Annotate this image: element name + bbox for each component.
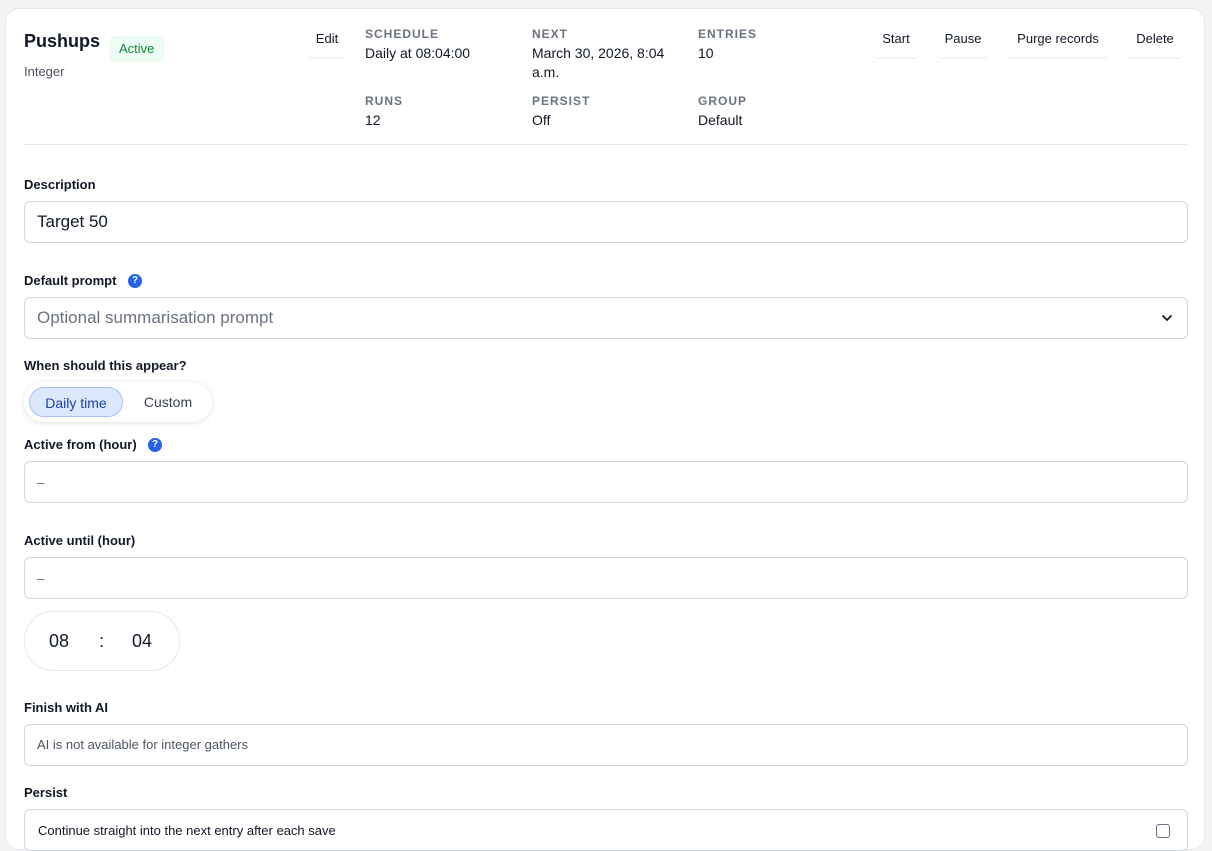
stat-runs-value: 12: [365, 112, 381, 128]
type-subtitle: Integer: [24, 64, 65, 79]
stat-schedule-value: Daily at 08:04:00: [365, 45, 471, 61]
stat-schedule-label: SCHEDULE: [365, 27, 440, 41]
default-prompt-select[interactable]: Optional summarisation prompt: [24, 297, 1188, 339]
active-until-value: –: [37, 570, 45, 586]
minute-input[interactable]: 04: [132, 612, 152, 670]
active-from-label: Active from (hour): [24, 437, 137, 452]
appear-segmented-control: Daily time Custom: [24, 382, 212, 422]
active-until-input[interactable]: –: [24, 557, 1188, 599]
persist-option-text: Continue straight into the next entry af…: [38, 823, 336, 838]
edit-button[interactable]: Edit: [308, 23, 346, 59]
stat-next-value-line1: March 30, 2026, 8:04: [532, 45, 665, 61]
daily-time-option[interactable]: Daily time: [29, 387, 123, 417]
description-value: Target 50: [37, 212, 108, 231]
chevron-down-icon: [1162, 315, 1172, 321]
active-until-label: Active until (hour): [24, 533, 136, 548]
time-picker: 08 : 04: [24, 611, 180, 671]
stat-persist-label: PERSIST: [532, 94, 591, 108]
stat-group-value: Default: [698, 112, 743, 128]
stat-next-value-line2: a.m.: [532, 64, 560, 80]
description-input[interactable]: Target 50: [24, 201, 1188, 243]
gather-card: Pushups Active Integer Edit SCHEDULE Dai…: [5, 8, 1205, 851]
default-prompt-placeholder: Optional summarisation prompt: [37, 308, 274, 327]
purge-records-button[interactable]: Purge records: [1005, 23, 1111, 59]
question-circle-icon[interactable]: ?: [128, 274, 142, 288]
stat-group-label: GROUP: [698, 94, 748, 108]
pause-button[interactable]: Pause: [936, 23, 990, 59]
header-divider: [24, 144, 1187, 145]
finish-ai-label: Finish with AI: [24, 700, 109, 715]
delete-button[interactable]: Delete: [1126, 23, 1184, 59]
start-button[interactable]: Start: [872, 23, 920, 59]
finish-ai-field: AI is not available for integer gathers: [24, 724, 1188, 766]
appear-label: When should this appear?: [24, 358, 187, 373]
persist-checkbox[interactable]: [1156, 824, 1170, 838]
hour-input[interactable]: 08: [49, 612, 69, 670]
custom-option[interactable]: Custom: [128, 387, 208, 417]
persist-label: Persist: [24, 785, 68, 800]
active-from-input[interactable]: –: [24, 461, 1188, 503]
question-circle-icon[interactable]: ?: [148, 438, 162, 452]
stat-next-label: NEXT: [532, 27, 569, 41]
page-title: Pushups: [24, 31, 101, 51]
finish-ai-value: AI is not available for integer gathers: [37, 737, 249, 752]
active-from-value: –: [37, 474, 45, 490]
stat-runs-label: RUNS: [365, 94, 404, 108]
description-label: Description: [24, 177, 96, 192]
default-prompt-label: Default prompt: [24, 273, 117, 288]
time-separator: :: [99, 631, 105, 651]
stat-persist-value: Off: [532, 112, 551, 128]
status-badge: Active: [109, 36, 165, 62]
persist-option-row[interactable]: Continue straight into the next entry af…: [24, 809, 1188, 851]
stat-entries-label: ENTRIES: [698, 27, 758, 41]
stat-entries-value: 10: [698, 45, 714, 61]
